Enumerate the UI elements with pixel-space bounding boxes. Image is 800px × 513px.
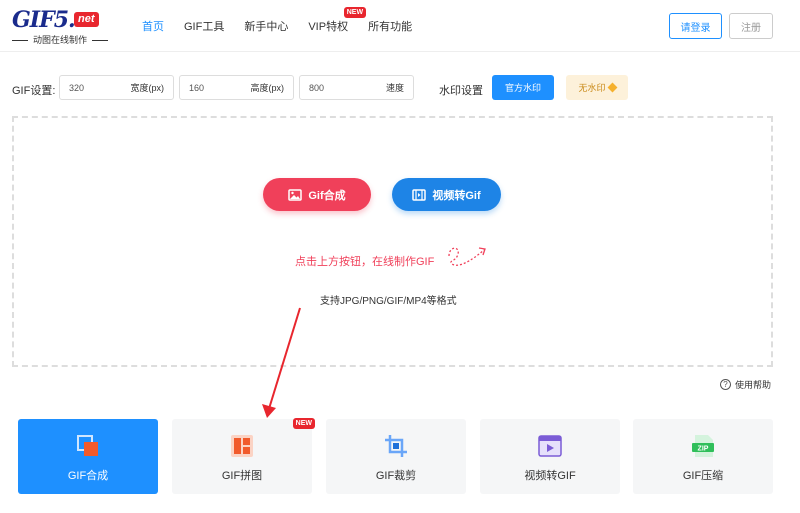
height-unit: 高度(px) <box>250 83 285 93</box>
height-value: 160 <box>189 82 205 93</box>
height-field[interactable]: 160 高度(px) <box>179 75 294 100</box>
collage-icon <box>231 435 253 457</box>
merge-icon <box>77 435 98 456</box>
official-watermark-button[interactable]: 官方水印 <box>492 75 554 100</box>
nav-all-features[interactable]: 所有功能 <box>368 18 412 34</box>
speed-unit: 速度 <box>385 83 404 93</box>
nav-home[interactable]: 首页 <box>142 18 164 34</box>
tool-card-gif-merge[interactable]: GIF合成 <box>18 419 158 494</box>
nav-vip-label: VIP特权 <box>308 21 349 33</box>
upload-drop-area[interactable] <box>12 116 773 367</box>
logo-main-text: GIF5. <box>12 7 76 33</box>
logo-subtitle: 动图在线制作 <box>12 35 108 45</box>
watermark-settings-label: 水印设置 <box>439 85 483 97</box>
gif-settings-label: GIF设置: <box>12 85 56 97</box>
video-to-gif-button[interactable]: 视频转Gif <box>392 178 501 211</box>
nav-beginner-center[interactable]: 新手中心 <box>244 18 288 34</box>
register-button[interactable]: 注册 <box>729 13 773 39</box>
help-label: 使用帮助 <box>735 380 772 390</box>
width-unit: 宽度(px) <box>130 83 165 93</box>
gif-merge-button[interactable]: Gif合成 <box>263 178 371 211</box>
width-field[interactable]: 320 宽度(px) <box>59 75 174 100</box>
pointer-arrow-icon <box>262 307 301 418</box>
help-link[interactable]: ? 使用帮助 <box>720 378 771 391</box>
login-button[interactable]: 请登录 <box>669 13 722 39</box>
logo-net-badge: net <box>74 12 99 27</box>
video-to-gif-label: 视频转Gif <box>432 189 481 202</box>
upload-hint: 点击上方按钮，在线制作GIF <box>295 256 435 268</box>
no-watermark-button[interactable]: 无水印 <box>566 75 628 100</box>
nav-gif-tools[interactable]: GIF工具 <box>184 18 224 34</box>
header: GIF5. net 动图在线制作 首页 GIF工具 新手中心 VIP特权 NEW… <box>0 0 800 52</box>
supported-formats: 支持JPG/PNG/GIF/MP4等格式 <box>320 296 457 307</box>
logo[interactable]: GIF5. net 动图在线制作 <box>12 7 112 45</box>
svg-text:ZIP: ZIP <box>698 446 709 453</box>
width-value: 320 <box>69 82 85 93</box>
film-icon <box>412 188 427 201</box>
no-watermark-label: 无水印 <box>578 83 606 93</box>
image-icon <box>288 188 303 201</box>
main-nav: 首页 GIF工具 新手中心 VIP特权 NEW 所有功能 <box>142 0 432 52</box>
tool-card-label: GIF裁剪 <box>375 470 417 482</box>
diamond-icon <box>607 82 617 93</box>
tool-card-label: GIF拼图 <box>221 470 263 482</box>
tool-card-gif-crop[interactable]: GIF裁剪 <box>326 419 466 494</box>
squiggle-arrow-icon <box>448 247 486 266</box>
video-icon <box>538 435 562 457</box>
tool-card-label: GIF压缩 <box>682 470 724 482</box>
gif-merge-label: Gif合成 <box>308 189 346 202</box>
crop-icon <box>385 435 407 457</box>
tool-card-gif-compress[interactable]: ZIP GIF压缩 <box>633 419 773 494</box>
speed-value: 800 <box>309 82 325 93</box>
nav-vip[interactable]: VIP特权 NEW <box>308 7 367 34</box>
new-badge: NEW <box>343 7 367 18</box>
tool-card-video-to-gif[interactable]: 视频转GIF <box>480 419 620 494</box>
new-badge: NEW <box>292 418 315 429</box>
zip-icon: ZIP <box>692 435 714 457</box>
speed-field[interactable]: 800 速度 <box>299 75 414 100</box>
tool-card-label: 视频转GIF <box>524 470 576 482</box>
tool-card-gif-collage[interactable]: NEW GIF拼图 <box>172 418 315 494</box>
tool-card-label: GIF合成 <box>67 470 109 482</box>
question-icon: ? <box>720 379 731 390</box>
